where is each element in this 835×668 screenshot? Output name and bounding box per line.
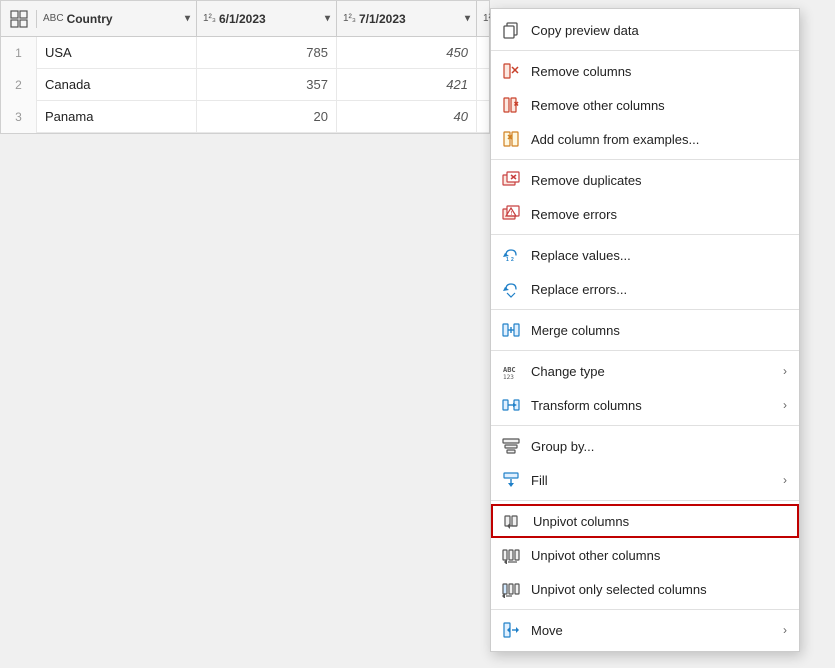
menu-divider-8: [491, 609, 799, 610]
menu-item-transform-columns[interactable]: Transform columns ›: [491, 388, 799, 422]
group-by-icon: [499, 437, 523, 455]
transform-columns-icon: [499, 396, 523, 414]
menu-divider-7: [491, 500, 799, 501]
row-num-3: 3: [1, 101, 37, 133]
table-grid-icon[interactable]: [1, 10, 37, 28]
fill-icon: [499, 471, 523, 489]
remove-other-columns-icon: [499, 96, 523, 114]
menu-item-merge-columns[interactable]: Merge columns: [491, 313, 799, 347]
table-header: ABC Country ▾ 1²₃ 6/1/2023 ▾ 1²₃ 7/1/202…: [1, 1, 489, 37]
svg-text:ABC: ABC: [503, 366, 516, 374]
menu-label-remove-duplicates: Remove duplicates: [531, 173, 787, 188]
col-dropdown-date1[interactable]: ▾: [325, 13, 330, 24]
table-row: 1 USA 785 450: [1, 37, 489, 69]
menu-label-remove-other-columns: Remove other columns: [531, 98, 787, 113]
type-icon-country: ABC: [43, 13, 64, 24]
menu-label-move: Move: [531, 623, 783, 638]
add-column-icon: [499, 130, 523, 148]
menu-item-unpivot-other-columns[interactable]: Unpivot other columns: [491, 538, 799, 572]
svg-text:2: 2: [511, 257, 514, 263]
menu-item-replace-errors[interactable]: Replace errors...: [491, 272, 799, 306]
row-country-3: Panama: [37, 101, 197, 133]
menu-item-remove-duplicates[interactable]: Remove duplicates: [491, 163, 799, 197]
transform-columns-arrow: ›: [783, 398, 787, 412]
menu-label-unpivot-columns: Unpivot columns: [533, 514, 785, 529]
table-row: 2 Canada 357 421: [1, 69, 489, 101]
svg-text:1: 1: [506, 257, 509, 263]
menu-divider-6: [491, 425, 799, 426]
row-date1-3: 20: [197, 101, 337, 133]
menu-label-change-type: Change type: [531, 364, 783, 379]
menu-item-change-type[interactable]: ABC 123 Change type ›: [491, 354, 799, 388]
menu-divider-1: [491, 50, 799, 51]
copy-icon: [499, 21, 523, 39]
menu-item-fill[interactable]: Fill ›: [491, 463, 799, 497]
col-header-country[interactable]: ABC Country ▾: [37, 1, 197, 37]
row-num-2: 2: [1, 69, 37, 101]
unpivot-other-columns-icon: [499, 546, 523, 564]
unpivot-columns-icon: [501, 512, 525, 530]
menu-label-copy-preview: Copy preview data: [531, 23, 787, 38]
menu-item-unpivot-only-selected[interactable]: Unpivot only selected columns: [491, 572, 799, 606]
menu-label-replace-values: Replace values...: [531, 248, 787, 263]
row-date2-3: 40: [337, 101, 477, 133]
menu-item-copy-preview[interactable]: Copy preview data: [491, 13, 799, 47]
col-header-date1[interactable]: 1²₃ 6/1/2023 ▾: [197, 1, 337, 37]
menu-item-move[interactable]: Move ›: [491, 613, 799, 647]
menu-label-replace-errors: Replace errors...: [531, 282, 787, 297]
menu-label-unpivot-other-columns: Unpivot other columns: [531, 548, 787, 563]
remove-errors-icon: !: [499, 205, 523, 223]
menu-item-add-column-examples[interactable]: Add column from examples...: [491, 122, 799, 156]
menu-divider-4: [491, 309, 799, 310]
menu-item-unpivot-columns[interactable]: Unpivot columns: [491, 504, 799, 538]
menu-label-remove-errors: Remove errors: [531, 207, 787, 222]
unpivot-only-selected-icon: [499, 580, 523, 598]
menu-label-transform-columns: Transform columns: [531, 398, 783, 413]
row-num-1: 1: [1, 37, 37, 69]
merge-columns-icon: [499, 321, 523, 339]
table-row: 3 Panama 20 40: [1, 101, 489, 133]
fill-arrow: ›: [783, 473, 787, 487]
type-icon-date1: 1²₃: [203, 13, 216, 24]
row-country-2: Canada: [37, 69, 197, 101]
replace-values-icon: 1 2: [499, 246, 523, 264]
row-country-1: USA: [37, 37, 197, 69]
context-menu: Copy preview data Remove columns Remove …: [490, 8, 800, 652]
menu-divider-5: [491, 350, 799, 351]
menu-item-remove-columns[interactable]: Remove columns: [491, 54, 799, 88]
row-date2-2: 421: [337, 69, 477, 101]
type-icon-date2: 1²₃: [343, 13, 356, 24]
col-name-date1: 6/1/2023: [219, 12, 321, 26]
data-table: ABC Country ▾ 1²₃ 6/1/2023 ▾ 1²₃ 7/1/202…: [0, 0, 490, 134]
change-type-arrow: ›: [783, 364, 787, 378]
row-date1-2: 357: [197, 69, 337, 101]
remove-columns-icon: [499, 62, 523, 80]
col-header-date2[interactable]: 1²₃ 7/1/2023 ▾: [337, 1, 477, 37]
change-type-icon: ABC 123: [499, 362, 523, 380]
menu-item-group-by[interactable]: Group by...: [491, 429, 799, 463]
menu-label-unpivot-only-selected: Unpivot only selected columns: [531, 582, 787, 597]
col-name-country: Country: [67, 12, 181, 26]
menu-label-remove-columns: Remove columns: [531, 64, 787, 79]
col-dropdown-date2[interactable]: ▾: [465, 13, 470, 24]
menu-item-replace-values[interactable]: 1 2 Replace values...: [491, 238, 799, 272]
menu-item-remove-other-columns[interactable]: Remove other columns: [491, 88, 799, 122]
row-date1-1: 785: [197, 37, 337, 69]
replace-errors-icon: [499, 280, 523, 298]
col-dropdown-country[interactable]: ▾: [185, 13, 190, 24]
move-icon: [499, 621, 523, 639]
svg-text:123: 123: [503, 374, 514, 380]
menu-item-remove-errors[interactable]: ! Remove errors: [491, 197, 799, 231]
menu-divider-3: [491, 234, 799, 235]
menu-divider-2: [491, 159, 799, 160]
menu-label-merge-columns: Merge columns: [531, 323, 787, 338]
move-arrow: ›: [783, 623, 787, 637]
menu-label-fill: Fill: [531, 473, 783, 488]
table-body: 1 USA 785 450 2 Canada 357 421 3 Panama …: [1, 37, 489, 133]
menu-label-group-by: Group by...: [531, 439, 787, 454]
remove-duplicates-icon: [499, 171, 523, 189]
row-date2-1: 450: [337, 37, 477, 69]
menu-label-add-column-examples: Add column from examples...: [531, 132, 787, 147]
col-name-date2: 7/1/2023: [359, 12, 461, 26]
